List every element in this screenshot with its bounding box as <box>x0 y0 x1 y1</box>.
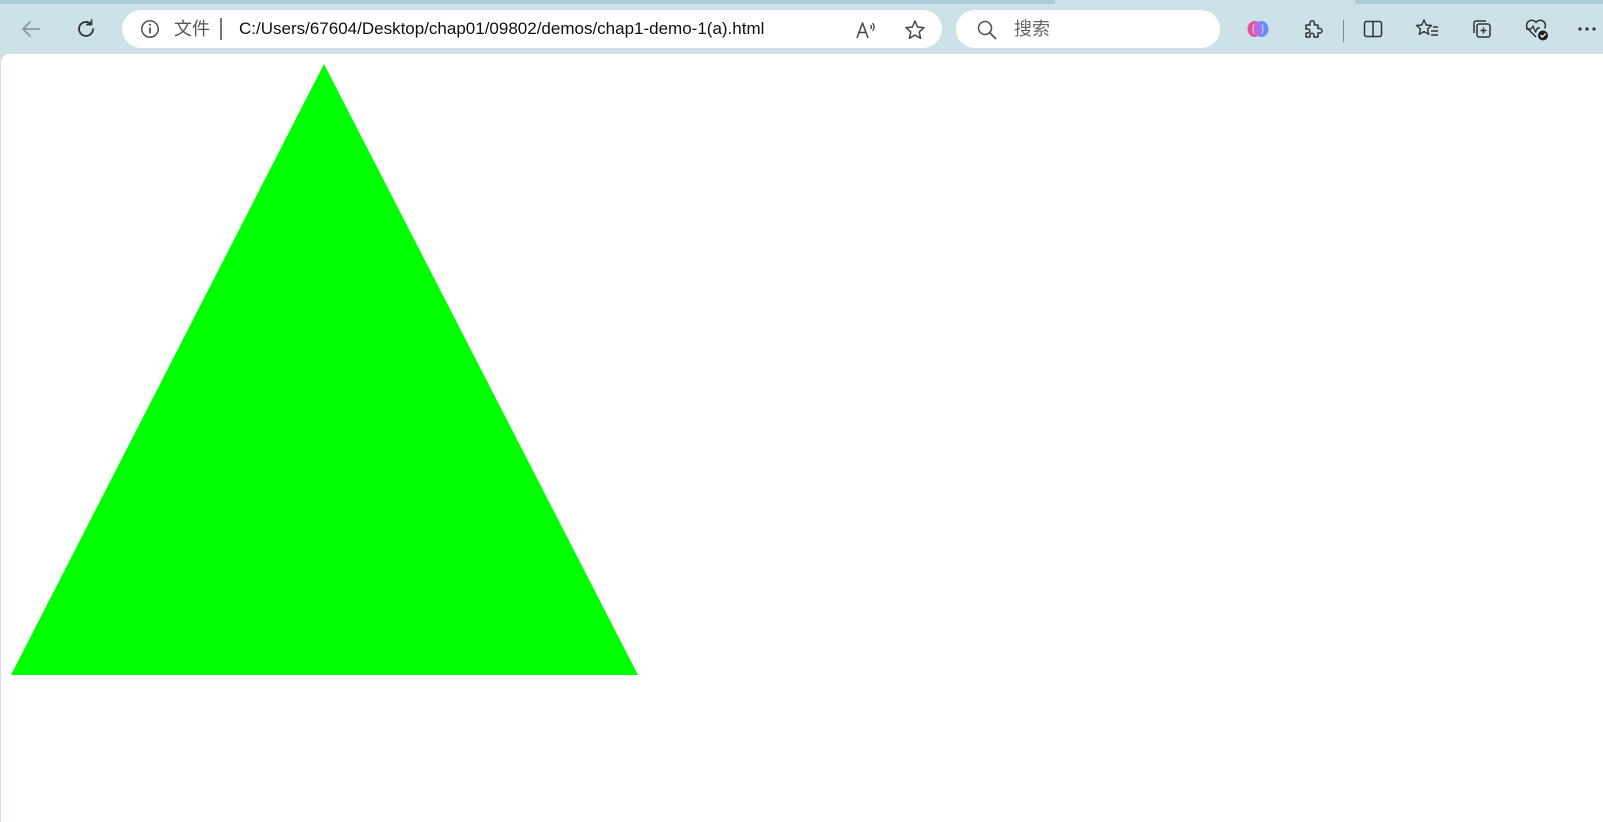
collections-button[interactable] <box>1465 12 1499 46</box>
address-url[interactable]: C:/Users/67604/Desktop/chap01/09802/demo… <box>239 19 764 39</box>
favorite-button[interactable] <box>903 18 927 42</box>
site-info-button[interactable] <box>140 19 160 39</box>
collections-icon <box>1473 20 1491 38</box>
more-button[interactable] <box>1574 12 1600 46</box>
read-aloud-button[interactable] <box>854 18 878 42</box>
read-aloud-icon <box>856 22 875 39</box>
search-icon <box>977 20 997 40</box>
puzzle-icon <box>1305 20 1323 38</box>
favorites-list-button[interactable] <box>1410 12 1444 46</box>
info-icon <box>141 20 159 38</box>
address-scheme-label: 文件 <box>174 19 210 39</box>
toolbar-divider <box>1343 20 1344 42</box>
back-arrow-icon <box>22 21 40 37</box>
split-screen-icon <box>1363 20 1383 38</box>
address-separator <box>220 18 222 40</box>
copilot-button[interactable] <box>1241 12 1275 46</box>
search-input[interactable] <box>1014 18 1204 40</box>
back-button[interactable] <box>13 11 49 47</box>
more-icon <box>1578 27 1596 31</box>
browser-essentials-button[interactable] <box>1519 12 1553 46</box>
browser-window: 文件 C:/Users/67604/Desktop/chap01/09802/d… <box>0 0 1603 822</box>
address-bar[interactable]: 文件 C:/Users/67604/Desktop/chap01/09802/d… <box>122 10 942 48</box>
browser-toolbar: 文件 C:/Users/67604/Desktop/chap01/09802/d… <box>0 4 1603 54</box>
green-triangle <box>11 64 638 675</box>
copilot-icon <box>1247 21 1269 37</box>
heartbeat-icon <box>1525 19 1548 41</box>
page-viewport <box>1 54 1603 822</box>
webgl-canvas <box>11 64 638 675</box>
favorites-list-icon <box>1415 19 1438 36</box>
star-icon <box>905 20 925 40</box>
extensions-button[interactable] <box>1296 12 1330 46</box>
refresh-icon <box>78 19 94 37</box>
search-box[interactable] <box>956 10 1220 48</box>
refresh-button[interactable] <box>68 11 104 47</box>
split-screen-button[interactable] <box>1356 12 1390 46</box>
